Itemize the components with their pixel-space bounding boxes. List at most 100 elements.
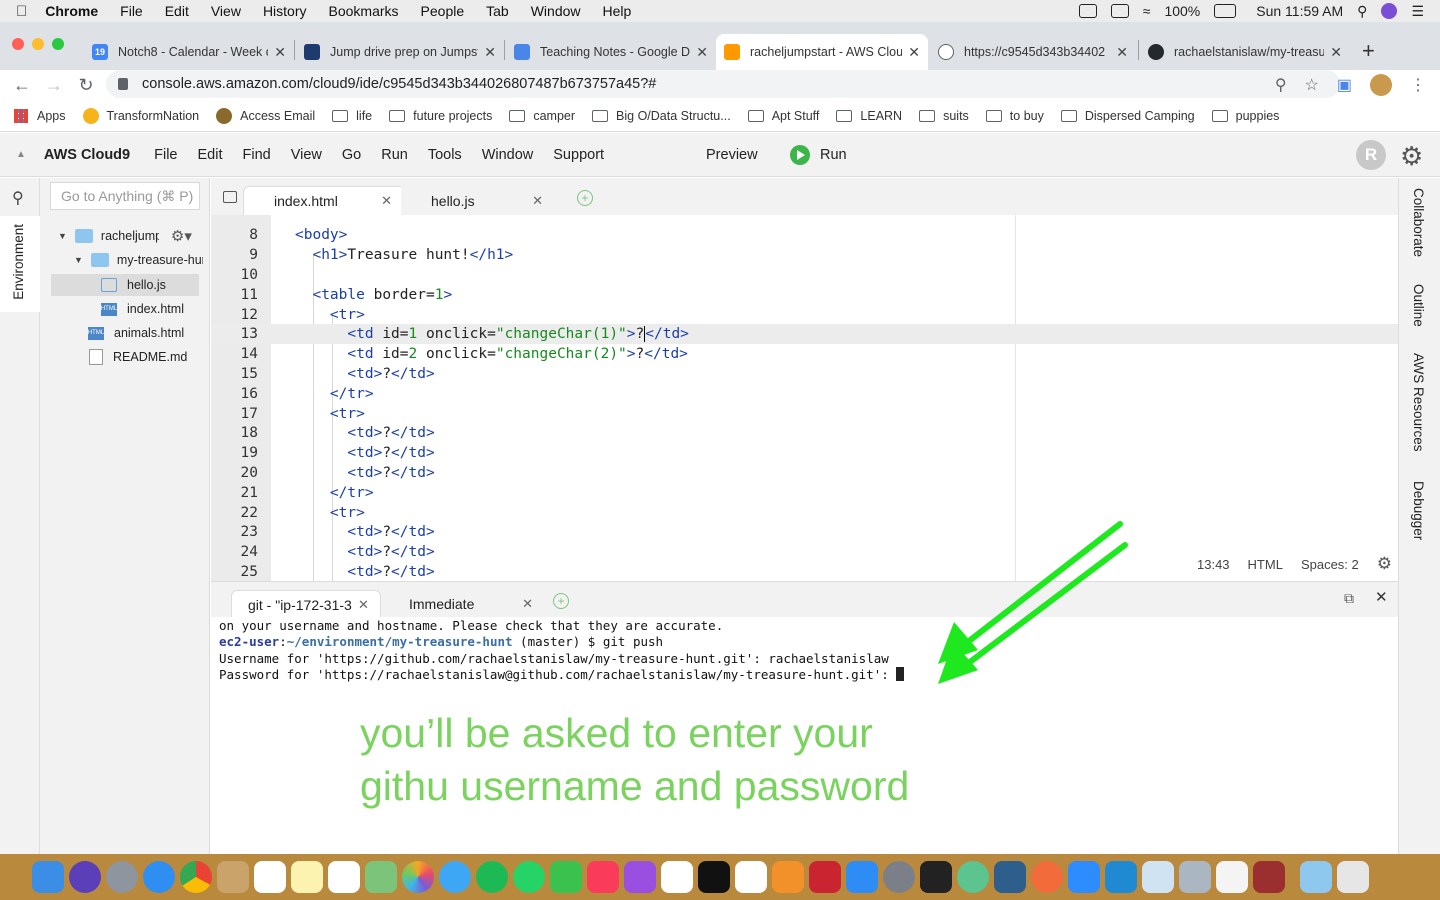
whatsapp-icon[interactable] xyxy=(513,861,545,893)
bookmark-access-email[interactable]: Access Email xyxy=(216,107,315,124)
run-button[interactable]: Run xyxy=(790,144,847,165)
ide-menu-support[interactable]: Support xyxy=(553,147,604,163)
preview-app-icon[interactable] xyxy=(1142,861,1174,893)
close-tab-icon[interactable]: ✕ xyxy=(484,44,496,61)
indent-setting[interactable]: Spaces: 2 xyxy=(1301,557,1359,572)
tree-root-folder[interactable]: ▼ racheljumpstart ⚙▾ xyxy=(58,225,192,247)
ide-menu-edit[interactable]: Edit xyxy=(197,147,222,163)
url-bar[interactable]: console.aws.amazon.com/cloud9/ide/c9545d… xyxy=(106,70,1340,98)
syntax-mode[interactable]: HTML xyxy=(1248,557,1283,572)
spotlight-search-icon[interactable]: ⚲ xyxy=(1357,3,1367,20)
tree-file-readme[interactable]: README.md xyxy=(89,346,187,368)
environment-panel-tab[interactable]: Environment xyxy=(0,216,40,312)
bookmark-folder-learn[interactable]: LEARN xyxy=(836,109,902,123)
bookmark-transformnation[interactable]: TransformNation xyxy=(82,107,199,124)
ide-menu-find[interactable]: Find xyxy=(242,147,270,163)
more-menu-icon[interactable]: ⋮ xyxy=(1410,75,1426,95)
collaborate-tab[interactable]: Collaborate xyxy=(1411,188,1426,257)
browser-tab-github[interactable]: rachaelstanislaw/my-treasu ✕ xyxy=(1140,34,1350,70)
ide-menu-file[interactable]: File xyxy=(154,147,177,163)
bookmark-apps[interactable]: Apps xyxy=(14,108,66,123)
profile-avatar[interactable] xyxy=(1370,74,1392,96)
atom-icon[interactable] xyxy=(957,861,989,893)
bookmark-folder-future-projects[interactable]: future projects xyxy=(389,109,492,123)
ide-menu-go[interactable]: Go xyxy=(342,147,361,163)
siri-icon[interactable] xyxy=(1381,3,1398,19)
tree-file-animals-html[interactable]: HTML animals.html xyxy=(88,322,184,344)
music-icon[interactable] xyxy=(587,861,619,893)
browser-tab-calendar[interactable]: 19 Notch8 - Calendar - Week o ✕ xyxy=(84,34,294,70)
expand-caret-icon[interactable]: ▼ xyxy=(58,231,67,241)
photos-icon[interactable] xyxy=(402,861,434,893)
menu-bookmarks[interactable]: Bookmarks xyxy=(329,3,399,19)
menu-window[interactable]: Window xyxy=(531,3,581,19)
new-editor-tab-icon[interactable]: + xyxy=(577,190,593,206)
siri-icon[interactable] xyxy=(69,861,101,893)
bookmark-folder-apt-stuff[interactable]: Apt Stuff xyxy=(747,109,819,123)
ide-menu-window[interactable]: Window xyxy=(482,147,534,163)
tree-settings-gear-icon[interactable]: ⚙▾ xyxy=(171,227,192,245)
apple-tv-icon[interactable] xyxy=(698,861,730,893)
launchpad-icon[interactable] xyxy=(106,861,138,893)
menu-history[interactable]: History xyxy=(263,3,307,19)
bookmark-folder-camper[interactable]: camper xyxy=(509,109,575,123)
zoom-icon[interactable]: ⚲ xyxy=(1275,75,1287,95)
close-tab-icon[interactable]: ✕ xyxy=(1116,44,1128,61)
menu-file[interactable]: File xyxy=(120,3,143,19)
menu-edit[interactable]: Edit xyxy=(165,3,189,19)
facetime-icon[interactable] xyxy=(550,861,582,893)
back-arrow-icon[interactable]: ← xyxy=(6,75,38,96)
screen-record-icon[interactable] xyxy=(1078,4,1097,18)
editor-settings-gear-icon[interactable]: ⚙ xyxy=(1377,554,1392,574)
clock[interactable]: Sun 11:59 AM xyxy=(1256,3,1343,19)
editor-tab-index-html[interactable]: index.html ✕ xyxy=(243,186,411,215)
close-tab-icon[interactable]: ✕ xyxy=(274,44,286,61)
minimize-window-button[interactable] xyxy=(32,38,44,50)
close-pane-icon[interactable]: ✕ xyxy=(1375,588,1388,606)
new-terminal-tab-icon[interactable]: + xyxy=(553,593,569,609)
vscode-icon[interactable] xyxy=(1105,861,1137,893)
bookmark-folder-puppies[interactable]: puppies xyxy=(1211,109,1279,123)
close-tab-icon[interactable]: ✕ xyxy=(908,44,920,61)
app-store-icon[interactable] xyxy=(846,861,878,893)
books-icon[interactable] xyxy=(772,861,804,893)
close-tab-icon[interactable]: ✕ xyxy=(532,193,543,209)
code-editor[interactable]: 8 <body> 9 <h1>Treasure hunt!</h1> 10 11 … xyxy=(211,215,1398,581)
bookmark-folder-to-buy[interactable]: to buy xyxy=(985,109,1044,123)
system-preferences-icon[interactable] xyxy=(883,861,915,893)
ide-menu-run[interactable]: Run xyxy=(381,147,408,163)
terminal-tab-immediate[interactable]: Immediate ✕ xyxy=(409,590,537,618)
search-icon[interactable]: ⚲ xyxy=(12,188,24,208)
bookmark-folder-dispersed-camping[interactable]: Dispersed Camping xyxy=(1060,109,1195,123)
cloud9-brand-menu[interactable]: AWS Cloud9 xyxy=(44,147,130,163)
browser-tab-trello[interactable]: Jump drive prep on Jumpst ✕ xyxy=(296,34,504,70)
textedit-icon[interactable] xyxy=(1216,861,1248,893)
close-tab-icon[interactable]: ✕ xyxy=(358,597,369,613)
bookmark-star-icon[interactable]: ☆ xyxy=(1305,75,1319,95)
zoom-window-button[interactable] xyxy=(52,38,64,50)
apple-icon[interactable]:  xyxy=(16,3,27,20)
menu-tab[interactable]: Tab xyxy=(486,3,509,19)
tree-file-index-html[interactable]: HTML index.html xyxy=(101,298,184,320)
notes-icon[interactable] xyxy=(291,861,323,893)
cast-icon[interactable]: ▣ xyxy=(1337,75,1352,95)
ide-menu-view[interactable]: View xyxy=(291,147,322,163)
postman-icon[interactable] xyxy=(1031,861,1063,893)
slack-icon[interactable] xyxy=(661,861,693,893)
user-avatar[interactable]: R xyxy=(1356,140,1386,170)
chrome-icon[interactable] xyxy=(180,861,212,893)
mysql-workbench-icon[interactable] xyxy=(994,861,1026,893)
photo-booth-icon[interactable] xyxy=(809,861,841,893)
close-tab-icon[interactable]: ✕ xyxy=(696,44,708,61)
go-to-anything-input[interactable]: Go to Anything (⌘ P) xyxy=(50,182,200,210)
new-tab-button[interactable]: + xyxy=(1362,38,1375,64)
editor-tab-hello-js[interactable]: hello.js ✕ xyxy=(401,186,561,215)
menu-app-name[interactable]: Chrome xyxy=(45,3,98,19)
forward-arrow-icon[interactable]: → xyxy=(38,75,70,96)
tree-file-hello-js[interactable]: hello.js xyxy=(51,274,199,296)
terminal-icon[interactable] xyxy=(920,861,952,893)
browser-tab-aws-cloud9[interactable]: racheljumpstart - AWS Clou ✕ xyxy=(716,34,928,70)
debugger-tab[interactable]: Debugger xyxy=(1411,481,1426,540)
tab-list-icon[interactable] xyxy=(223,191,237,203)
collapse-menu-icon[interactable]: ▲ xyxy=(16,149,26,160)
